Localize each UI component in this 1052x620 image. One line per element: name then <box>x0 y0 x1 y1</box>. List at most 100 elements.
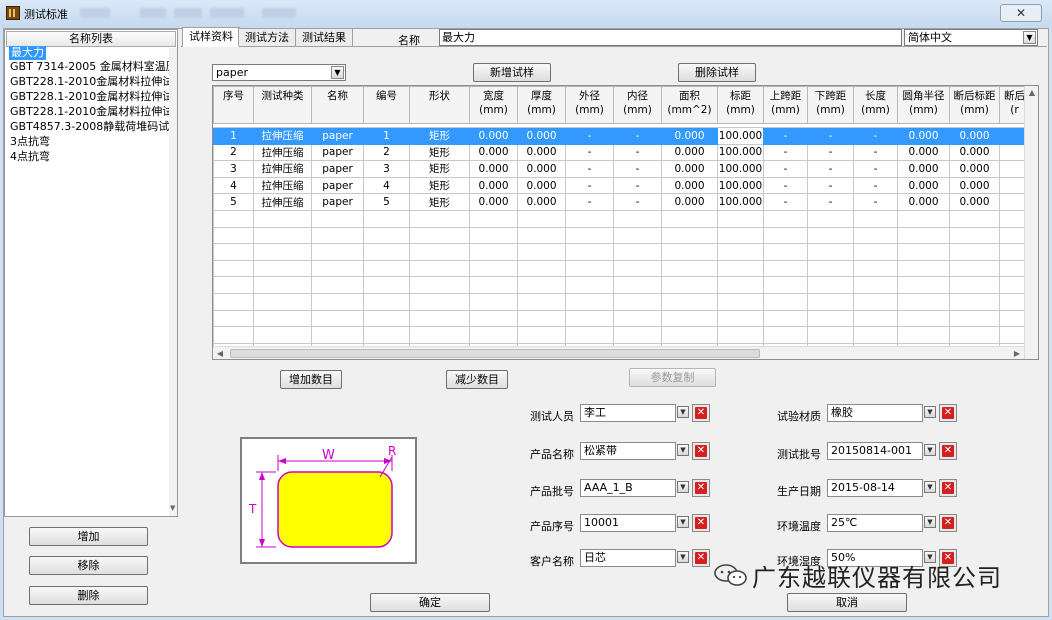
column-header[interactable]: 标距 (mm) <box>717 86 764 124</box>
table-cell[interactable]: 拉伸压缩 <box>253 143 312 162</box>
empty-cell[interactable] <box>717 226 764 245</box>
empty-cell[interactable] <box>807 226 854 245</box>
list-item[interactable]: GBT 7314-2005 金属材料室温压缩 <box>10 60 177 74</box>
table-cell[interactable]: - <box>613 176 662 195</box>
empty-cell[interactable] <box>363 326 410 344</box>
chevron-down-icon[interactable]: ▼ <box>677 516 689 528</box>
sample-grid[interactable]: 序号 测试种类 名称 编号 形状 宽度 (mm) 厚度 (mm) 外径 (mm) 内径 (mm) 面积 (m… <box>212 85 1039 360</box>
list-item[interactable]: GBT228.1-2010金属材料拉伸试验 <box>10 105 177 119</box>
empty-cell[interactable] <box>517 259 566 278</box>
empty-cell[interactable] <box>363 292 410 311</box>
empty-cell[interactable] <box>469 209 518 228</box>
empty-cell[interactable] <box>661 292 718 311</box>
empty-cell[interactable] <box>613 209 662 228</box>
empty-cell[interactable] <box>807 326 854 344</box>
empty-cell[interactable] <box>409 209 470 228</box>
empty-cell[interactable] <box>807 243 854 261</box>
empty-cell[interactable] <box>213 309 254 328</box>
empty-cell[interactable] <box>949 243 1000 261</box>
table-cell[interactable]: 矩形 <box>409 160 470 178</box>
empty-cell[interactable] <box>613 292 662 311</box>
test-batch-clear-button[interactable]: ✕ <box>939 442 957 460</box>
table-cell[interactable]: - <box>853 193 898 211</box>
empty-cell[interactable] <box>949 226 1000 245</box>
empty-cell[interactable] <box>253 292 312 311</box>
table-cell[interactable]: paper <box>311 127 364 145</box>
table-cell[interactable]: - <box>807 193 854 211</box>
close-button[interactable]: ✕ <box>1000 4 1042 22</box>
empty-cell[interactable] <box>565 243 614 261</box>
empty-cell[interactable] <box>469 226 518 245</box>
empty-row[interactable] <box>213 326 1030 344</box>
column-header[interactable]: 上跨距 (mm) <box>763 86 808 124</box>
list-item[interactable]: GBT4857.3-2008静载荷堆码试验方 <box>10 120 177 134</box>
table-cell[interactable]: 0.000 <box>517 193 566 211</box>
empty-cell[interactable] <box>763 209 808 228</box>
table-cell[interactable]: - <box>565 160 614 178</box>
table-cell[interactable]: - <box>807 143 854 162</box>
column-header[interactable]: 编号 <box>363 86 410 124</box>
delete-button[interactable]: 删除 <box>29 586 148 605</box>
empty-cell[interactable] <box>311 243 364 261</box>
empty-cell[interactable] <box>717 326 764 344</box>
table-cell[interactable]: paper <box>311 160 364 178</box>
table-cell[interactable]: - <box>853 143 898 162</box>
table-cell[interactable]: 0.000 <box>949 193 1000 211</box>
table-cell[interactable]: 3 <box>213 160 254 178</box>
table-cell[interactable]: - <box>807 127 854 145</box>
table-cell[interactable]: 0.000 <box>469 160 518 178</box>
table-cell[interactable]: - <box>807 160 854 178</box>
empty-cell[interactable] <box>661 326 718 344</box>
empty-cell[interactable] <box>409 259 470 278</box>
tab-sample-info[interactable]: 试样资料 <box>182 27 240 47</box>
table-cell[interactable]: - <box>613 193 662 211</box>
table-cell[interactable]: 100.000 <box>717 127 764 145</box>
table-cell[interactable]: - <box>763 143 808 162</box>
empty-cell[interactable] <box>253 243 312 261</box>
cancel-button[interactable]: 取消 <box>787 593 907 612</box>
reduce-count-button[interactable]: 减少数目 <box>446 370 508 389</box>
customer-input[interactable]: 日芯 <box>580 549 676 567</box>
table-cell[interactable]: 拉伸压缩 <box>253 193 312 211</box>
empty-cell[interactable] <box>517 326 566 344</box>
column-header[interactable]: 宽度 (mm) <box>469 86 518 124</box>
empty-cell[interactable] <box>897 276 950 294</box>
table-cell[interactable]: 0.000 <box>949 160 1000 178</box>
table-cell[interactable]: 100.000 <box>717 143 764 162</box>
table-cell[interactable]: 矩形 <box>409 127 470 145</box>
product-serial-input[interactable]: 10001 <box>580 514 676 532</box>
table-cell[interactable]: - <box>853 127 898 145</box>
empty-row[interactable] <box>213 209 1030 228</box>
empty-cell[interactable] <box>517 292 566 311</box>
copy-params-button[interactable]: 参数复制 <box>629 368 716 387</box>
chevron-down-icon[interactable]: ▼ <box>924 444 936 456</box>
empty-cell[interactable] <box>517 209 566 228</box>
table-cell[interactable]: 0.000 <box>949 127 1000 145</box>
empty-cell[interactable] <box>763 309 808 328</box>
empty-cell[interactable] <box>565 259 614 278</box>
empty-cell[interactable] <box>807 309 854 328</box>
empty-cell[interactable] <box>853 326 898 344</box>
table-cell[interactable]: 0.000 <box>661 160 718 178</box>
table-cell[interactable]: 0.000 <box>469 127 518 145</box>
empty-cell[interactable] <box>409 292 470 311</box>
table-cell[interactable]: 拉伸压缩 <box>253 176 312 195</box>
empty-cell[interactable] <box>253 276 312 294</box>
scroll-up-icon[interactable]: ▲ <box>1025 86 1039 99</box>
table-cell[interactable]: 0.000 <box>517 143 566 162</box>
tab-test-method[interactable]: 测试方法 <box>238 28 296 46</box>
empty-cell[interactable] <box>311 309 364 328</box>
empty-cell[interactable] <box>409 326 470 344</box>
column-header[interactable]: 外径 (mm) <box>565 86 614 124</box>
empty-cell[interactable] <box>565 292 614 311</box>
empty-cell[interactable] <box>897 226 950 245</box>
grid-vertical-scrollbar[interactable]: ▲ <box>1024 86 1038 359</box>
tester-clear-button[interactable]: ✕ <box>692 404 710 422</box>
empty-row[interactable] <box>213 292 1030 311</box>
table-cell[interactable]: 100.000 <box>717 193 764 211</box>
tester-input[interactable]: 李工 <box>580 404 676 422</box>
chevron-down-icon[interactable]: ▼ <box>677 406 689 418</box>
table-cell[interactable]: 0.000 <box>469 193 518 211</box>
empty-cell[interactable] <box>853 243 898 261</box>
empty-cell[interactable] <box>853 209 898 228</box>
